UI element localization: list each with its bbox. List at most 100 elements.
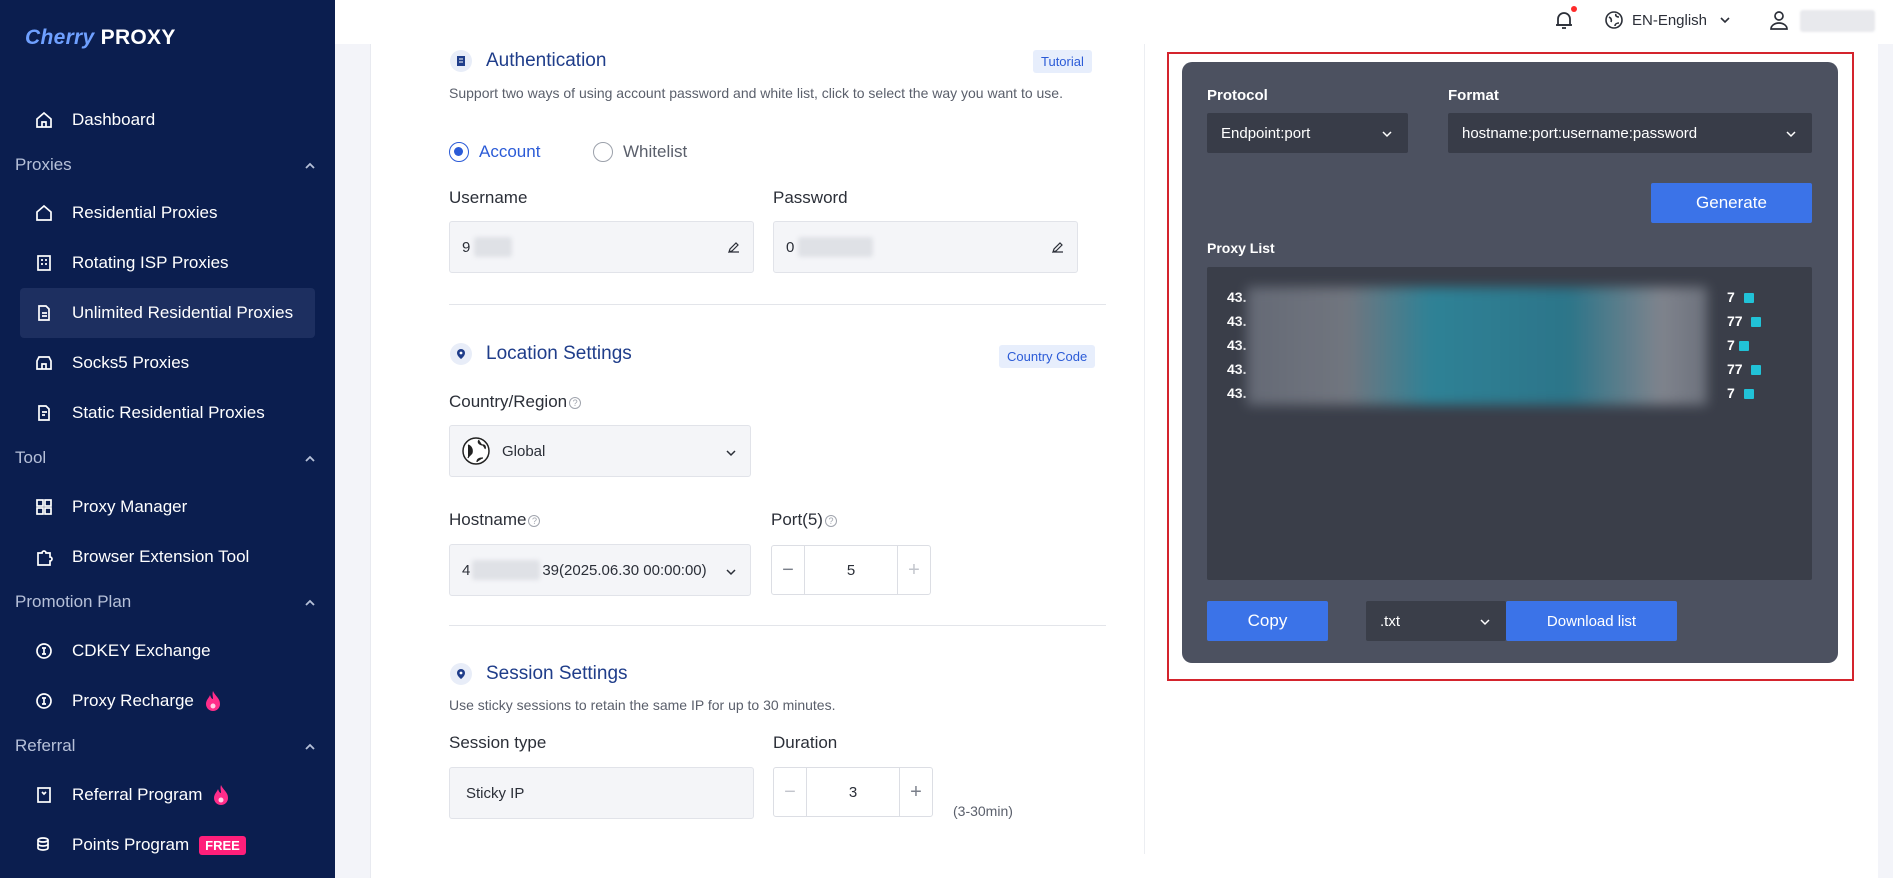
proxy-prefix: 43.: [1227, 385, 1247, 401]
password-field[interactable]: 0: [773, 221, 1078, 273]
hostname-select[interactable]: 4 39(2025.06.30 00:00:00): [449, 544, 751, 596]
auth-description: Support two ways of using account passwo…: [449, 85, 1063, 101]
sidebar-section-tool[interactable]: Tool: [15, 438, 317, 478]
protocol-select[interactable]: Endpoint:port: [1207, 113, 1408, 153]
sidebar-item-label: Points Program: [72, 835, 190, 854]
brand-logo[interactable]: Cherry PROXY: [25, 26, 176, 50]
section-label: Tool: [15, 448, 47, 467]
session-type-label: Session type: [449, 733, 547, 752]
copy-icon[interactable]: [1751, 317, 1761, 327]
format-select[interactable]: hostname:port:username:password: [1448, 113, 1812, 153]
duration-stepper[interactable]: − 3 +: [773, 767, 933, 817]
help-icon[interactable]: ?: [824, 514, 837, 527]
increment-button[interactable]: +: [898, 546, 930, 594]
fire-icon: [204, 690, 222, 712]
proxy-line[interactable]: 43. 7: [1227, 289, 1754, 305]
generate-button[interactable]: Generate: [1651, 183, 1812, 223]
puzzle-icon: [34, 547, 54, 567]
hostname-label-text: Hostname: [449, 510, 527, 529]
port-value[interactable]: 5: [804, 546, 898, 594]
help-icon[interactable]: ?: [569, 396, 582, 409]
country-label: Country/Region?: [449, 392, 582, 412]
copy-icon[interactable]: [1744, 293, 1754, 303]
document-icon: [34, 303, 54, 323]
radio-whitelist[interactable]: Whitelist: [593, 142, 687, 162]
duration-label: Duration: [773, 733, 838, 752]
column-divider: [1144, 44, 1145, 854]
language-selector[interactable]: EN-English: [1604, 10, 1739, 30]
copy-icon[interactable]: [1751, 365, 1761, 375]
sidebar-item-dashboard[interactable]: Dashboard: [20, 95, 315, 145]
proxy-prefix: 43.: [1227, 289, 1247, 305]
redacted-text: [798, 237, 874, 257]
edit-icon[interactable]: [1051, 240, 1065, 254]
proxy-suffix: 7: [1727, 385, 1735, 401]
user-icon[interactable]: [1768, 9, 1790, 31]
edit-icon[interactable]: [727, 240, 741, 254]
hostname-prefix: 4: [462, 561, 471, 579]
proxy-prefix: 43.: [1227, 361, 1247, 377]
proxy-suffix: 7: [1727, 337, 1735, 353]
file-type-select[interactable]: .txt: [1366, 601, 1506, 641]
protocol-value: Endpoint:port: [1221, 124, 1311, 142]
help-icon[interactable]: ?: [528, 514, 541, 527]
sidebar-item-unlimited-residential[interactable]: Unlimited Residential Proxies: [20, 288, 315, 338]
copy-button[interactable]: Copy: [1207, 601, 1328, 641]
proxy-line[interactable]: 43. 77: [1227, 313, 1761, 329]
divider: [449, 304, 1106, 305]
logo-cherry: Cherry: [25, 26, 95, 49]
sidebar-item-label: Proxy Recharge: [72, 691, 194, 710]
country-label-text: Country/Region: [449, 392, 568, 411]
user-name-redacted[interactable]: [1800, 10, 1875, 32]
sidebar-item-residential[interactable]: Residential Proxies: [20, 188, 315, 238]
divider: [449, 625, 1106, 626]
chevron-down-icon: [724, 565, 738, 579]
proxy-line[interactable]: 43. 7: [1227, 385, 1754, 401]
increment-button[interactable]: +: [900, 768, 932, 816]
sidebar-section-referral[interactable]: Referral: [15, 726, 317, 766]
sidebar-section-proxies[interactable]: Proxies: [15, 145, 317, 185]
chevron-up-icon: [303, 739, 317, 753]
sidebar-item-proxy-manager[interactable]: Proxy Manager: [20, 482, 315, 532]
radio-account[interactable]: Account: [449, 142, 540, 162]
globe-icon: [1605, 11, 1623, 29]
sidebar-item-socks5[interactable]: Socks5 Proxies: [20, 338, 315, 388]
proxy-list-box[interactable]: 43. 7 43. 77 43. 7 43. 77 43. 7: [1207, 267, 1812, 580]
proxy-line[interactable]: 43. 77: [1227, 361, 1761, 377]
sidebar-item-proxy-recharge[interactable]: Proxy Recharge: [20, 676, 315, 726]
sidebar-item-static-residential[interactable]: Static Residential Proxies: [20, 388, 315, 438]
sidebar-item-label: Browser Extension Tool: [72, 547, 250, 566]
radio-label: Account: [479, 142, 541, 161]
sidebar-item-points-program[interactable]: Points Program FREE: [20, 820, 315, 870]
redacted-text: [474, 237, 513, 257]
protocol-label: Protocol: [1207, 87, 1268, 104]
proxy-line[interactable]: 43. 7: [1227, 337, 1749, 353]
copy-icon[interactable]: [1744, 389, 1754, 399]
coin-icon: [34, 641, 54, 661]
country-select[interactable]: Global: [449, 425, 751, 477]
port-stepper[interactable]: − 5 +: [771, 545, 931, 595]
chevron-down-icon: [1720, 17, 1730, 24]
sidebar-item-label: Dashboard: [72, 110, 156, 129]
session-heading: Session Settings: [450, 663, 628, 685]
copy-icon[interactable]: [1739, 341, 1749, 351]
sidebar-item-label: Unlimited Residential Proxies: [72, 303, 294, 322]
sidebar-item-referral-program[interactable]: Referral Program: [20, 770, 315, 820]
decrement-button[interactable]: −: [772, 546, 804, 594]
duration-value[interactable]: 3: [806, 768, 900, 816]
sidebar-item-rotating-isp[interactable]: Rotating ISP Proxies: [20, 238, 315, 288]
tutorial-tag[interactable]: Tutorial: [1033, 50, 1092, 73]
username-field[interactable]: 9: [449, 221, 754, 273]
country-code-tag[interactable]: Country Code: [999, 345, 1096, 368]
sidebar-section-promotion[interactable]: Promotion Plan: [15, 582, 317, 622]
sidebar-item-cdkey[interactable]: CDKEY Exchange: [20, 626, 315, 676]
chevron-down-icon: [1382, 131, 1392, 138]
chevron-down-icon: [1786, 131, 1796, 138]
redacted-proxy-block: [1247, 287, 1707, 405]
sidebar-item-browser-extension[interactable]: Browser Extension Tool: [20, 532, 315, 582]
download-list-button[interactable]: Download list: [1506, 601, 1677, 641]
session-type-field[interactable]: Sticky IP: [449, 767, 754, 819]
location-title: Location Settings: [486, 343, 632, 364]
file-type-value: .txt: [1380, 612, 1401, 630]
decrement-button[interactable]: −: [774, 768, 806, 816]
